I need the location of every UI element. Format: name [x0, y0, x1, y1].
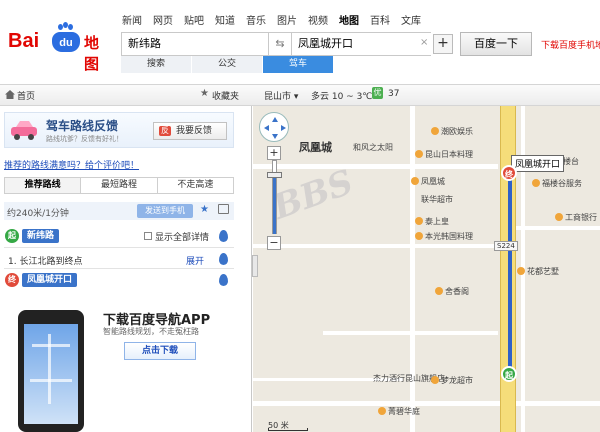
location-pin-icon[interactable]	[219, 274, 228, 286]
add-waypoint-button[interactable]: +	[433, 34, 453, 54]
star-icon[interactable]: ★	[200, 88, 209, 99]
mode-tabs: 搜索 公交 驾车	[121, 56, 334, 73]
road-number-tag: S224	[494, 241, 518, 251]
tab-drive[interactable]: 驾车	[263, 56, 334, 73]
area-label: 凤凰城	[299, 141, 332, 154]
logo-du: du	[52, 32, 80, 52]
poi[interactable]: 本光韩国料理	[415, 231, 473, 242]
tab-bus[interactable]: 公交	[192, 56, 263, 73]
tab-recommended-route[interactable]: 推荐路线	[5, 178, 82, 193]
poi[interactable]: 菁碧华庭	[378, 406, 420, 417]
home-icon[interactable]	[5, 90, 15, 99]
from-input[interactable]: 新纬路	[121, 32, 269, 56]
poi[interactable]: 花都艺墅	[517, 266, 559, 277]
route-step[interactable]: 1. 长江北路到终点	[8, 254, 82, 267]
zoom-slider-handle[interactable]	[267, 172, 282, 178]
road	[253, 244, 500, 248]
home-link[interactable]: 首页	[17, 89, 35, 102]
feedback-subtitle: 路线坑爹？反馈有好礼！	[46, 135, 123, 143]
road	[323, 331, 498, 335]
route-tabs: 推荐路线 最短路程 不走高速	[4, 177, 234, 194]
poi[interactable]: 联华超市	[421, 194, 453, 205]
zoom-out-button[interactable]: −	[267, 236, 281, 250]
tab-shortest-route[interactable]: 最短路程	[81, 178, 158, 193]
nav-wenku[interactable]: 文库	[401, 12, 421, 27]
poi[interactable]: 潮欧娱乐	[431, 126, 473, 137]
zoom-in-button[interactable]: +	[267, 146, 281, 160]
aqi-value: 37	[388, 89, 400, 99]
rate-route-link[interactable]: 推荐的路线满意吗？给个评价吧！	[4, 158, 139, 171]
show-all-checkbox[interactable]	[144, 232, 152, 240]
route-line	[508, 180, 512, 375]
panel-collapse-handle[interactable]	[252, 255, 258, 277]
expand-link[interactable]: 展开	[186, 254, 204, 267]
end-location-tag[interactable]: 凤凰城开口	[22, 273, 78, 287]
poi[interactable]: 泰上皇	[415, 216, 449, 227]
download-button[interactable]: 点击下载	[124, 342, 196, 360]
clear-icon[interactable]: ×	[420, 38, 430, 48]
end-pin-icon[interactable]: 终	[501, 165, 517, 181]
show-all-label[interactable]: 显示全部详情	[155, 230, 209, 243]
poi[interactable]: 凤凰城	[411, 176, 445, 187]
tab-search[interactable]: 搜索	[121, 56, 192, 73]
nav-music[interactable]: 音乐	[246, 12, 266, 27]
print-icon[interactable]	[218, 204, 229, 214]
nav-web[interactable]: 网页	[153, 12, 173, 27]
phone-screen	[24, 324, 78, 424]
tab-no-highway[interactable]: 不走高速	[157, 178, 233, 193]
poi[interactable]: 梦龙超市	[431, 375, 473, 386]
city-selector[interactable]: 昆山市 ▾	[264, 89, 298, 102]
feedback-title: 驾车路线反馈	[46, 119, 119, 133]
nav-video[interactable]: 视频	[308, 12, 328, 27]
start-location-tag[interactable]: 新纬路	[22, 229, 60, 243]
nav-zhidao[interactable]: 知道	[215, 12, 235, 27]
poi[interactable]: 工商银行	[555, 212, 597, 223]
poi[interactable]: 舍香阁	[435, 286, 469, 297]
scale-bar	[268, 428, 308, 431]
to-input[interactable]: 凤凰城开口	[291, 32, 431, 56]
aqi-badge: 优	[372, 87, 383, 99]
pan-control[interactable]	[259, 112, 289, 142]
swap-icon[interactable]: ⇆	[269, 32, 291, 56]
logo-bai: Bai	[8, 30, 40, 52]
route-summary: 约240米/1分钟	[7, 209, 69, 219]
logo-map: 地图	[84, 34, 100, 73]
start-pin-icon[interactable]: 起	[501, 366, 517, 382]
end-callout: 凤凰城开口	[511, 155, 565, 172]
baidu-logo[interactable]: Bai du 地图	[8, 22, 112, 73]
location-pin-icon[interactable]	[219, 230, 228, 242]
location-pin-icon[interactable]	[219, 253, 228, 265]
road	[253, 164, 498, 169]
toolbar	[0, 84, 600, 106]
nav-images[interactable]: 图片	[277, 12, 297, 27]
poi[interactable]: 福楼谷服务	[532, 178, 582, 189]
road	[253, 401, 600, 406]
car-icon	[11, 121, 37, 140]
poi[interactable]: 昆山日本料理	[415, 149, 473, 160]
feedback-icon: 反	[159, 126, 171, 136]
nav-tieba[interactable]: 贴吧	[184, 12, 204, 27]
divider	[4, 268, 234, 269]
download-map-app-link[interactable]: 下载百度手机地图	[541, 38, 600, 51]
road	[511, 226, 600, 230]
send-to-phone-button[interactable]: 发送到手机	[137, 204, 193, 218]
zoom-level-fill	[273, 175, 276, 234]
weather-text: 多云 10 ~ 3℃	[311, 92, 373, 102]
nav-map[interactable]: 地图	[339, 12, 359, 27]
promo-subtitle: 智能路线规划，不走冤枉路	[103, 327, 199, 336]
search-button[interactable]: 百度一下	[460, 32, 532, 56]
start-marker: 起	[5, 229, 19, 243]
paw-icon	[58, 22, 74, 32]
nav-news[interactable]: 新闻	[122, 12, 142, 27]
pan-arrows-icon	[264, 117, 286, 139]
top-nav: 新闻 网页 贴吧 知道 音乐 图片 视频 地图 百科 文库	[122, 12, 432, 27]
favorites-link[interactable]: 收藏夹	[212, 89, 239, 102]
end-marker: 终	[5, 273, 19, 287]
poi[interactable]: 和风之太阳	[353, 142, 393, 153]
divider	[4, 247, 234, 248]
favorite-star-icon[interactable]: ★	[200, 204, 209, 215]
nav-baike[interactable]: 百科	[370, 12, 390, 27]
